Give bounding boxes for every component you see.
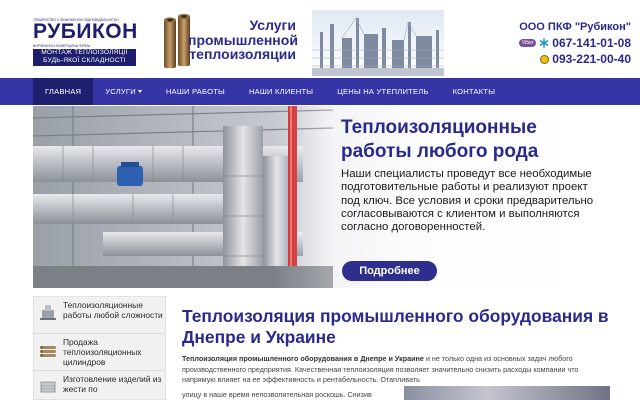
phone-row-2: 093-221-00-40 <box>499 52 631 66</box>
nav-item-contacts[interactable]: КОНТАКТЫ <box>441 78 508 105</box>
intro-paragraph: Теплоизоляция промышленного оборудования… <box>182 354 610 386</box>
nav-label-home: ГЛАВНАЯ <box>45 86 82 96</box>
logo-box-line2: БУДЬ-ЯКОЇ СКЛАДНОСТІ <box>43 57 126 64</box>
logo-box-line1: МОНТАЖ ТЕПЛОІЗОЛЯЦІЇ <box>41 49 128 56</box>
logo[interactable]: ТОВАРИСТВО З ОБМЕЖЕНОЮ ВІДПОВІДАЛЬНІСТЮ … <box>33 18 138 66</box>
sidebar-label: Изготовление изделий из жести по <box>63 374 162 394</box>
nav-label-services: УСЛУГИ <box>105 86 136 96</box>
nav-label-clients: НАШИ КЛИЕНТЫ <box>248 86 314 96</box>
intro-bold: Теплоизоляция промышленного оборудования… <box>182 354 424 363</box>
logo-subline: ВИРОБНИЧО-КОМЕРЦІЙНА ФІРМА <box>33 44 90 48</box>
banner-title: Теплоизоляционные работы любого рода <box>341 117 539 162</box>
nav-item-our-works[interactable]: НАШИ РАБОТЫ <box>154 78 237 105</box>
service-line-2: промышленной <box>188 31 298 48</box>
chevron-down-icon <box>137 90 142 93</box>
sidebar-item-sheet-metal[interactable]: Изготовление изделий из жести по <box>34 371 165 400</box>
service-line-3: теплоизоляции <box>189 46 296 62</box>
phone-icon <box>540 54 550 64</box>
banner-more-button[interactable]: Подробнее <box>342 261 437 281</box>
service-line-1: Услуги <box>249 17 296 33</box>
banner-text: Наши специалисты проведут все необходимы… <box>341 168 594 234</box>
sidebar-label: Продажа теплоизоляционных цилиндров <box>63 337 142 367</box>
nav-item-services[interactable]: УСЛУГИ <box>93 78 154 105</box>
nav-label-our-works: НАШИ РАБОТЫ <box>165 86 225 96</box>
intro-continued: улицу в наше время непозволительная роск… <box>182 390 372 399</box>
phone-row-1: Viber 067-141-01-08 <box>499 36 631 50</box>
sidebar-item-insulation-works[interactable]: Теплоизоляционные работы любой сложности <box>34 297 165 334</box>
page: ТОВАРИСТВО З ОБМЕЖЕНОЮ ВІДПОВІДАЛЬНІСТЮ … <box>0 0 640 400</box>
phone-number-2[interactable]: 093-221-00-40 <box>552 52 631 66</box>
page-title: Теплоизоляция промышленного оборудования… <box>182 306 609 347</box>
header: ТОВАРИСТВО З ОБМЕЖЕНОЮ ВІДПОВІДАЛЬНІСТЮ … <box>0 0 640 78</box>
nav-label-contacts: КОНТАКТЫ <box>452 86 496 96</box>
hero-banner: Теплоизоляционные работы любого рода Наш… <box>33 106 607 288</box>
nav-item-home[interactable]: ГЛАВНАЯ <box>33 78 94 105</box>
sidebar-label: Теплоизоляционные работы любой сложности <box>63 300 163 320</box>
industrial-plant-image <box>312 10 444 76</box>
asterisk-icon <box>539 38 549 48</box>
sheet-metal-icon <box>40 381 56 393</box>
sidebar: Теплоизоляционные работы любой сложности… <box>33 296 166 400</box>
phone-number-1[interactable]: 067-141-01-08 <box>552 36 631 50</box>
nav-item-clients[interactable]: НАШИ КЛИЕНТЫ <box>237 78 325 105</box>
viber-icon: Viber <box>519 39 537 47</box>
sidebar-item-cylinders[interactable]: Продажа теплоизоляционных цилиндров <box>34 334 165 371</box>
company-name: ООО ПКФ "Рубикон" <box>519 21 631 33</box>
logo-brand: РУБИКОН <box>33 20 138 43</box>
main-nav: ГЛАВНАЯ УСЛУГИ НАШИ РАБОТЫ НАШИ КЛИЕНТЫ … <box>0 78 640 105</box>
service-title: Услуги промышленной теплоизоляции <box>188 17 298 62</box>
logo-box: МОНТАЖ ТЕПЛОІЗОЛЯЦІЇ БУДЬ-ЯКОЇ СКЛАДНОСТ… <box>33 49 136 66</box>
cylinders-icon <box>40 346 56 357</box>
nav-item-prices[interactable]: ЦЕНЫ НА УТЕПЛИТЕЛЬ <box>325 78 440 105</box>
nav-label-prices: ЦЕНЫ НА УТЕПЛИТЕЛЬ <box>337 86 429 96</box>
content-image <box>404 386 610 400</box>
pipe-icon <box>40 305 56 320</box>
